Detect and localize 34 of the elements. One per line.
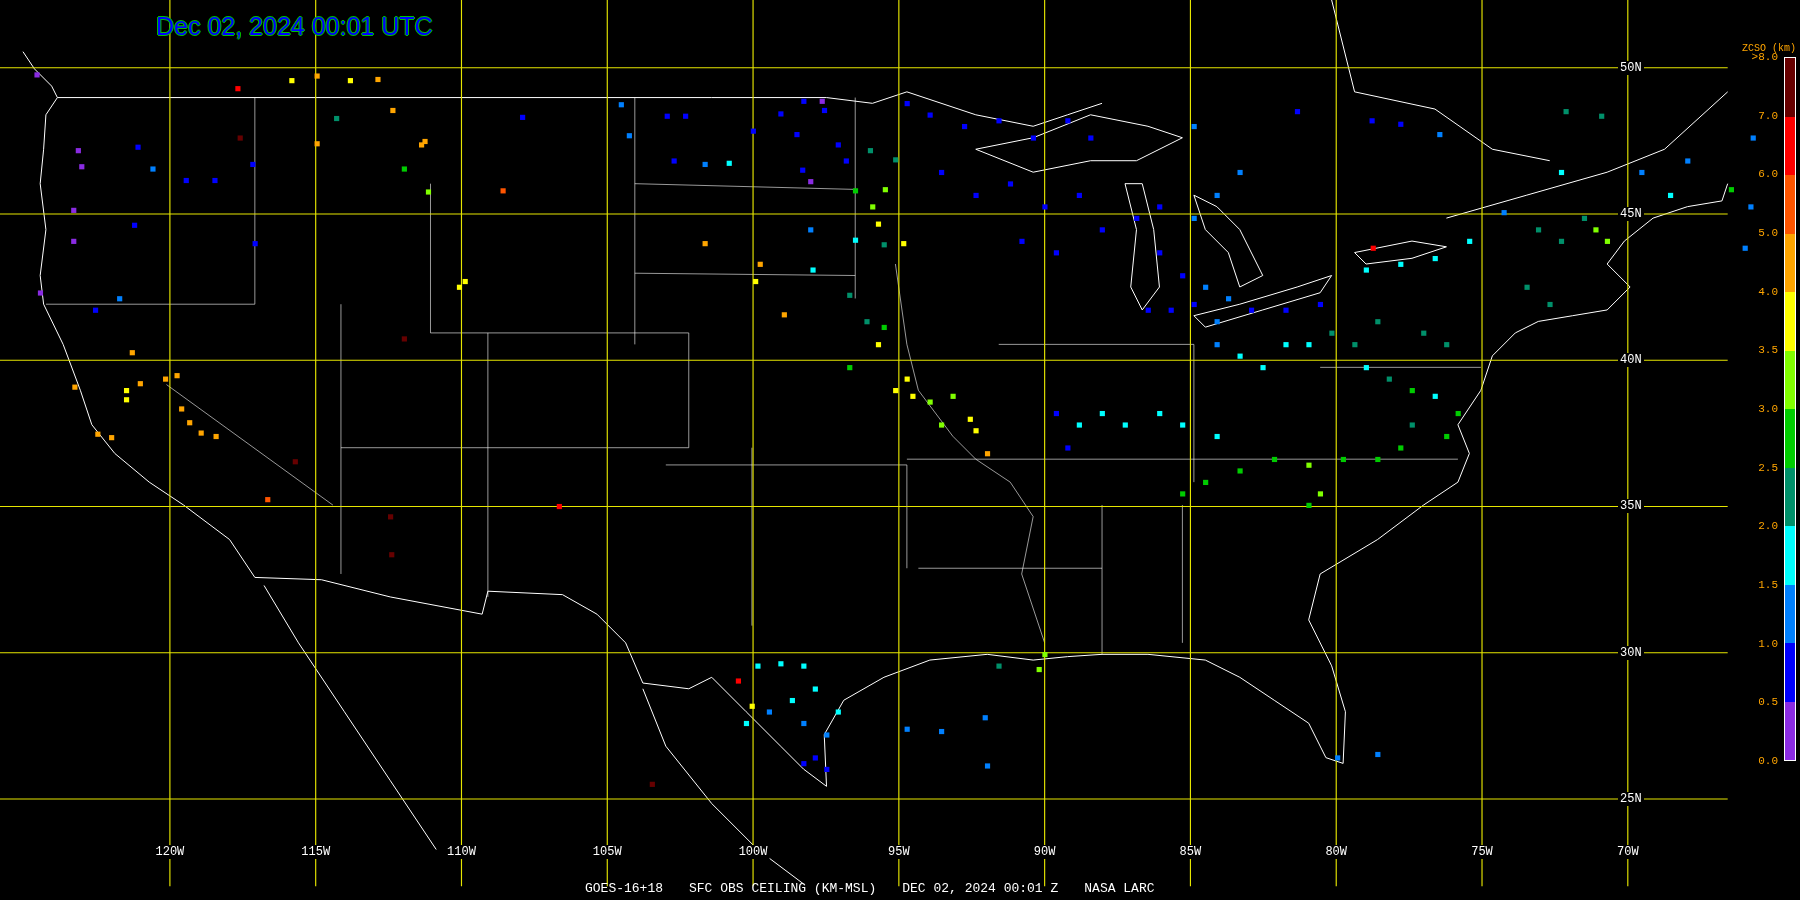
longitude-label: 85W (1177, 845, 1204, 859)
latitude-label: 25N (1618, 791, 1644, 806)
caption-text: SFC OBS CEILING (KM-MSL) (689, 881, 877, 896)
longitude-label: 105W (590, 845, 624, 859)
legend-label: 0.0 (1758, 754, 1778, 767)
longitude-label: 80W (1323, 845, 1349, 859)
latitude-label: 30N (1618, 645, 1644, 660)
legend-label: 2.0 (1758, 520, 1778, 533)
latitude-label: 35N (1618, 499, 1644, 514)
legend-label: 4.0 (1758, 285, 1778, 298)
longitude-label: 100W (736, 845, 770, 859)
legend-label: 0.5 (1758, 696, 1778, 709)
longitude-label: 90W (1031, 845, 1058, 859)
legend-label: 1.0 (1758, 637, 1778, 650)
caption-text: DEC 02, 2024 00:01 Z (902, 881, 1059, 896)
legend-label: 3.5 (1758, 344, 1778, 357)
longitude-label: 70W (1615, 845, 1641, 859)
legend-label: 1.5 (1758, 578, 1778, 591)
longitude-label: 110W (445, 845, 478, 859)
legend-label: 6.0 (1758, 168, 1778, 181)
latitude-label: 50N (1618, 60, 1644, 75)
longitude-label: 115W (299, 845, 333, 859)
caption-text: GOES-16+18 (585, 881, 663, 896)
longitude-label: 75W (1469, 845, 1495, 859)
caption-text: NASA LARC (1084, 881, 1155, 896)
legend-title: ZCSO (km) (1742, 43, 1796, 54)
longitude-label: 120W (153, 845, 187, 859)
latitude-label: 40N (1618, 353, 1644, 368)
legend-label: 3.0 (1758, 402, 1778, 415)
latitude-label: 45N (1618, 206, 1644, 221)
legend-label: 7.0 (1758, 109, 1778, 122)
legend-label: 5.0 (1758, 226, 1778, 239)
legend-label: 2.5 (1758, 461, 1778, 474)
longitude-label: 95W (886, 845, 912, 859)
